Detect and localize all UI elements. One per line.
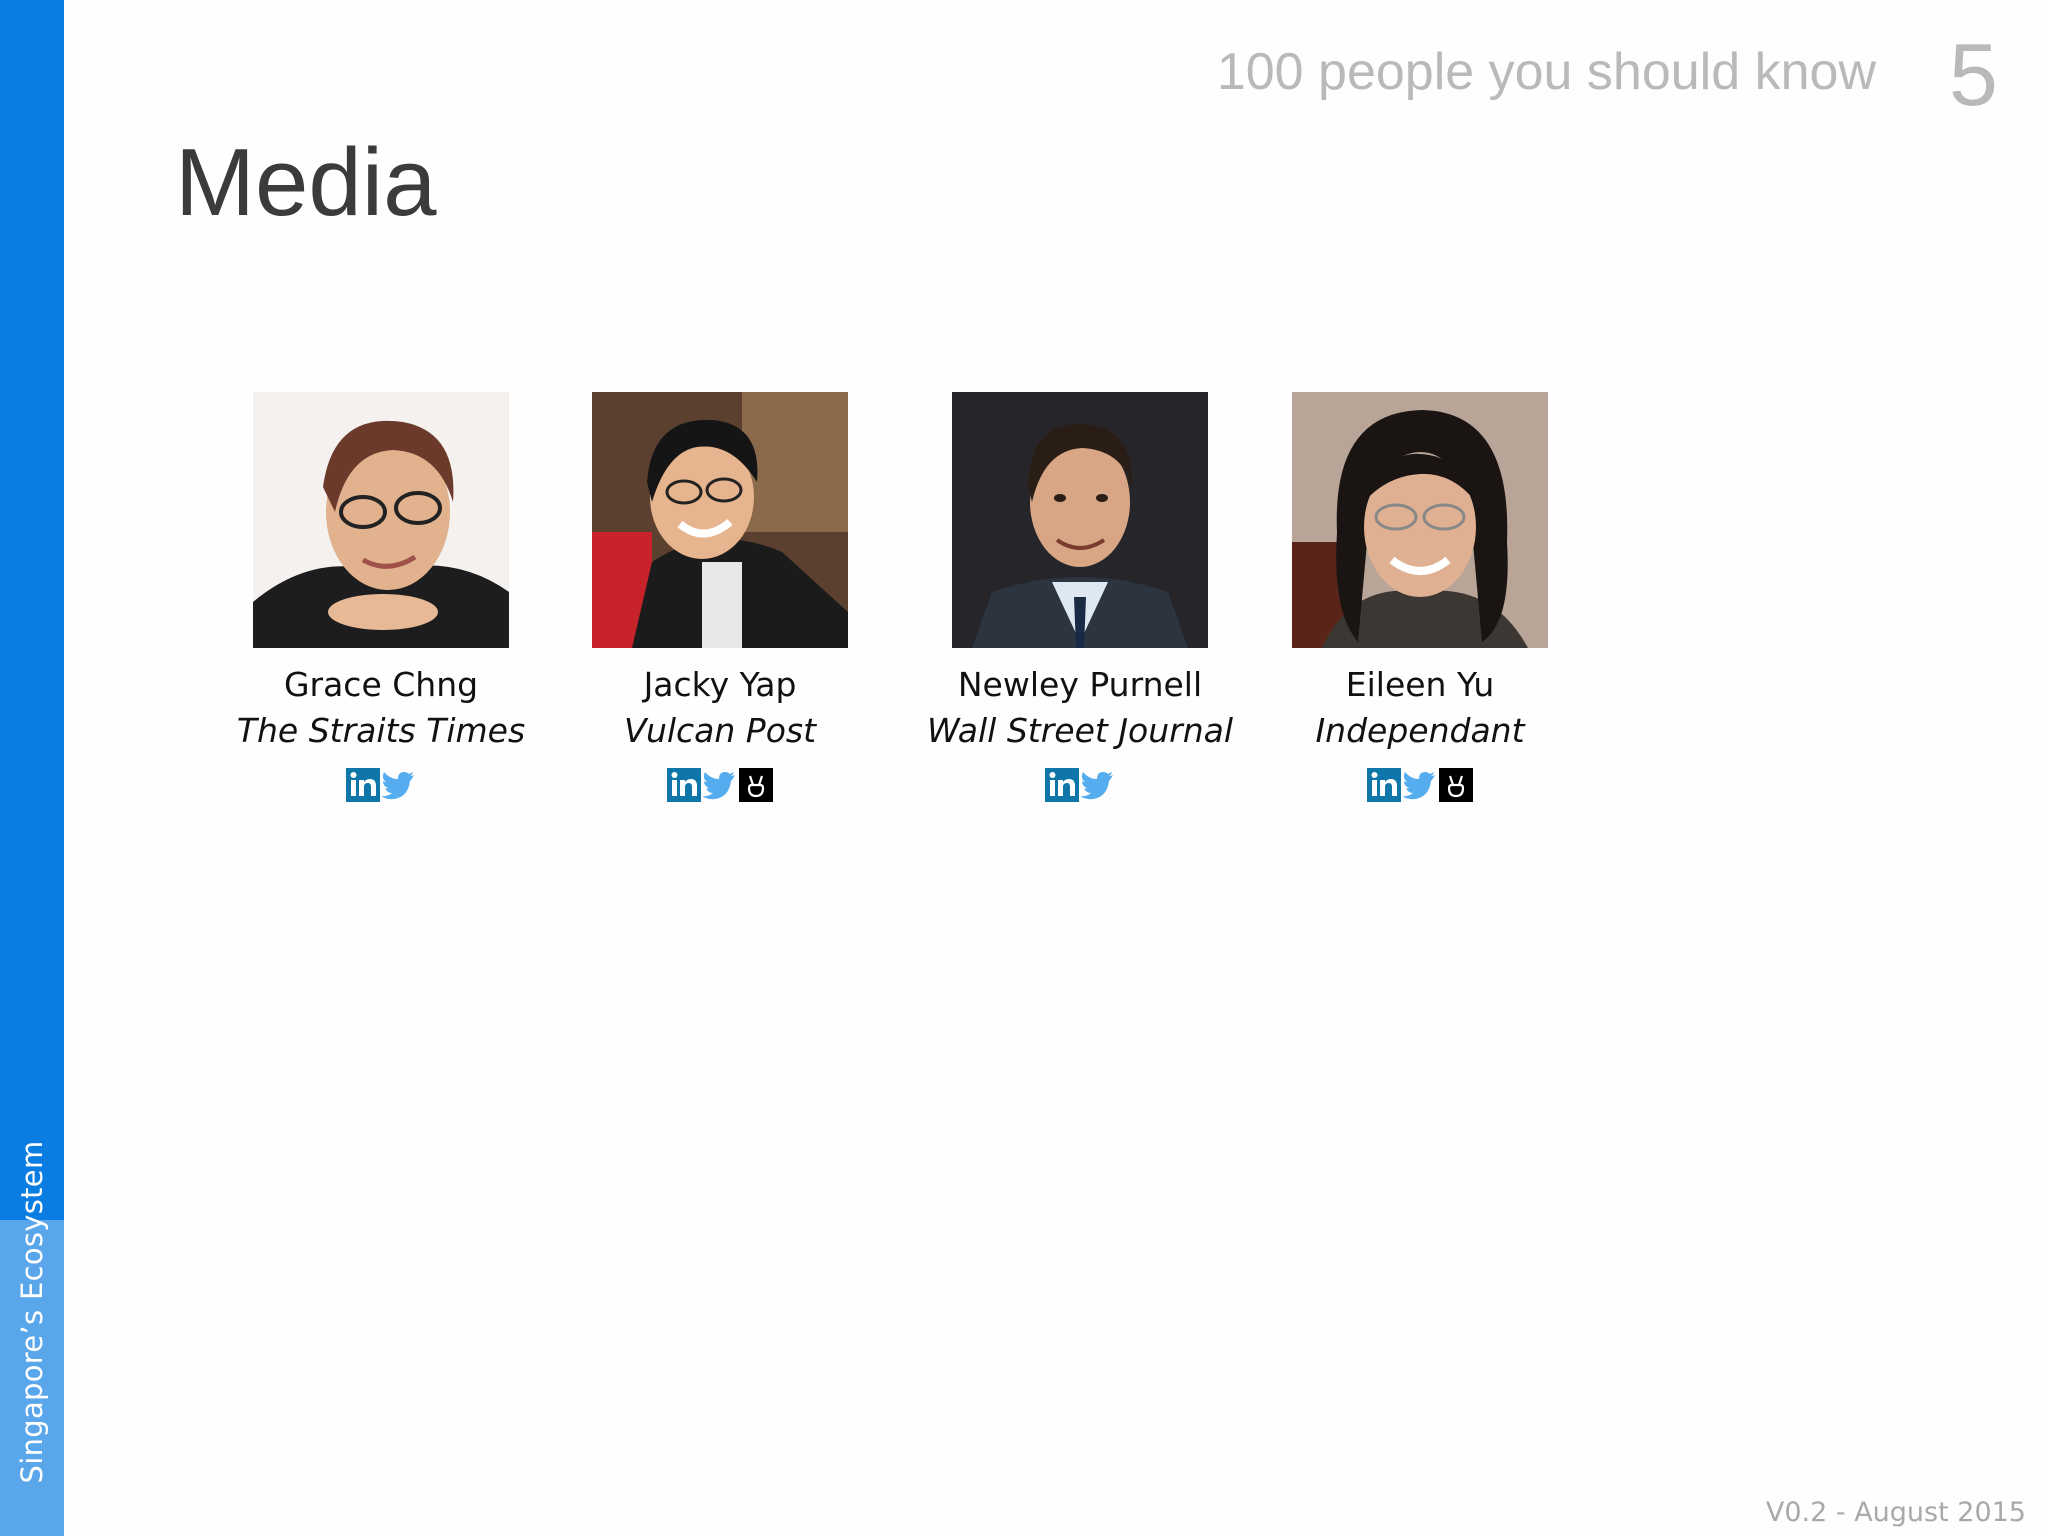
footer-version: V0.2 - August 2015 [1765, 1497, 2026, 1528]
person-photo [253, 392, 509, 648]
person-photo [592, 392, 848, 648]
twitter-icon[interactable] [1081, 768, 1115, 802]
social-links [530, 768, 910, 802]
linkedin-icon[interactable] [1367, 768, 1401, 802]
person-name: Jacky Yap [643, 665, 797, 704]
page-number: 5 [1949, 25, 1998, 124]
social-links [1230, 768, 1610, 802]
person-card: Jacky Yap Vulcan Post [530, 392, 910, 802]
header-title: 100 people you should know [1216, 43, 1876, 101]
linkedin-icon[interactable] [346, 768, 380, 802]
linkedin-icon[interactable] [1045, 768, 1079, 802]
linkedin-icon[interactable] [667, 768, 701, 802]
person-organization: Vulcan Post [623, 711, 817, 750]
person-card: Newley Purnell Wall Street Journal [890, 392, 1270, 802]
angellist-icon[interactable] [739, 768, 773, 802]
twitter-icon[interactable] [382, 768, 416, 802]
person-organization: Wall Street Journal [926, 711, 1234, 750]
person-photo [952, 392, 1208, 648]
social-links [890, 768, 1270, 802]
person-name: Eileen Yu [1345, 665, 1495, 704]
person-name: Newley Purnell [957, 665, 1203, 704]
page-title: Media [175, 129, 437, 236]
slide: Singapore’s Ecosystem 100 people you sho… [0, 0, 2048, 1536]
person-organization: Independant [1315, 711, 1525, 750]
person-card: Eileen Yu Independant [1230, 392, 1610, 802]
sidebar-label: Singapore’s Ecosystem [15, 1140, 49, 1484]
social-links [191, 768, 571, 802]
person-name: Grace Chng [283, 665, 479, 704]
twitter-icon[interactable] [1403, 768, 1437, 802]
person-card: Grace Chng The Straits Times [191, 392, 571, 802]
twitter-icon[interactable] [703, 768, 737, 802]
angellist-icon[interactable] [1439, 768, 1473, 802]
person-photo [1292, 392, 1548, 648]
person-organization: The Straits Times [236, 711, 526, 750]
